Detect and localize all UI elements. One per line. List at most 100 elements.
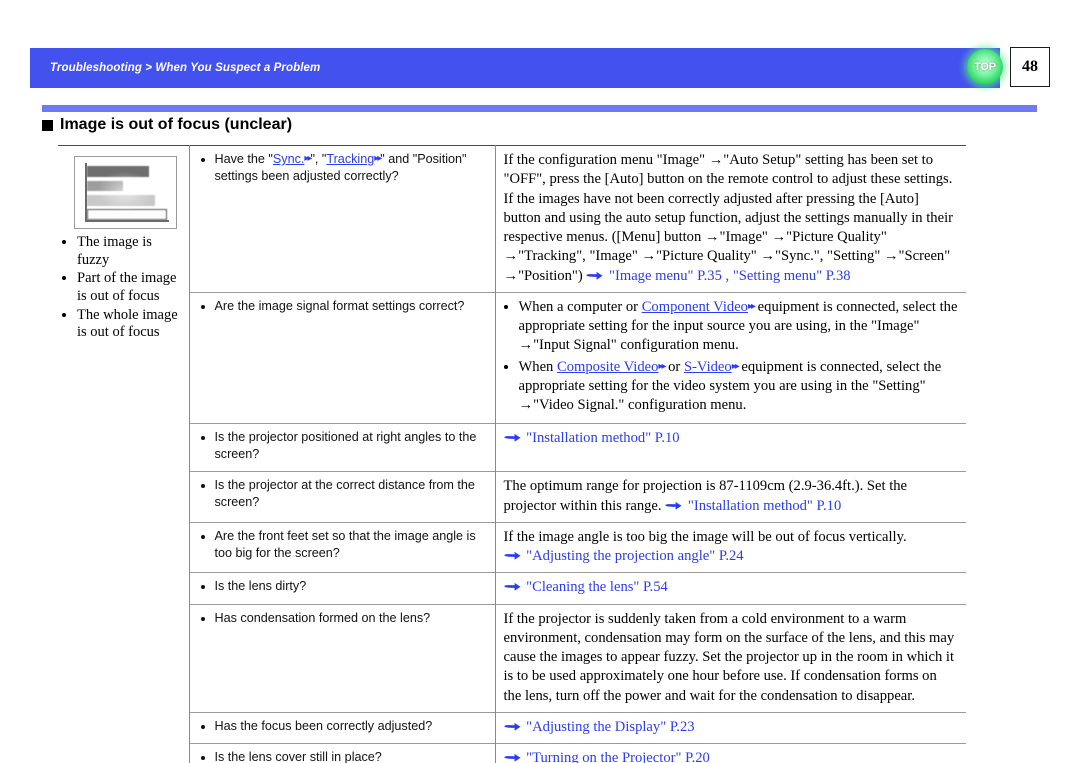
remedy-cell: The optimum range for projection is 87-1…	[495, 471, 966, 523]
check-list: Are the image signal format settings cor…	[198, 298, 487, 315]
table-row: Is the projector positioned at right ang…	[58, 423, 966, 472]
list-item: Is the projector at the correct distance…	[215, 477, 487, 511]
remedy-cell: If the configuration menu "Image" →"Auto…	[495, 145, 966, 293]
page-title: Image is out of focus (unclear)	[42, 116, 292, 134]
remedy-text: If the image angle is too big the image …	[503, 528, 907, 545]
page-title-text: Image is out of focus (unclear)	[60, 116, 293, 133]
table-row: Has the focus been correctly adjusted? "…	[58, 711, 966, 744]
check-list: Is the lens dirty?	[198, 578, 487, 595]
check-prefix: Have the "	[214, 152, 273, 166]
header-bar: Troubleshooting > When You Suspect a Pro…	[30, 48, 1000, 88]
remedy-link[interactable]: "Adjusting the projection angle" P.24	[526, 548, 743, 564]
remedy-text-block: If the image angle is too big the image …	[504, 528, 959, 567]
page-number: 48	[1022, 58, 1038, 75]
page-number-box: 48	[1010, 47, 1050, 87]
remedy-mid: or	[664, 358, 684, 375]
check-list: Is the projector at the correct distance…	[198, 477, 487, 511]
table-row: Is the projector at the correct distance…	[58, 471, 966, 523]
pointing-hand-icon	[665, 498, 682, 509]
document-page: Troubleshooting > When You Suspect a Pro…	[0, 0, 1080, 763]
table-row: Has condensation formed on the lens? If …	[58, 603, 966, 713]
remedy-text-block: If the projector is suddenly taken from …	[503, 610, 955, 704]
glossary-link-s-video[interactable]: S-Video	[684, 359, 732, 375]
list-item: Part of the image is out of focus	[77, 270, 181, 305]
table-row: Are the front feet set so that the image…	[58, 521, 966, 573]
remedy-text-block: If the configuration menu "Image" →"Auto…	[504, 151, 959, 286]
remedy-cell: "Adjusting the Display" P.23	[495, 711, 966, 744]
check-list: Is the lens cover still in place?	[198, 749, 487, 763]
remedy-link[interactable]: "Adjusting the Display" P.23	[526, 719, 694, 735]
remedy-link[interactable]: "Installation method" P.10	[688, 498, 841, 514]
glossary-link-component-video[interactable]: Component Video	[642, 299, 748, 315]
list-item: Has the focus been correctly adjusted?	[215, 718, 487, 735]
list-item: The image is fuzzy	[77, 234, 181, 269]
troubleshooting-table: The image is fuzzy Part of the image is …	[58, 144, 966, 763]
list-item: Has condensation formed on the lens?	[215, 610, 487, 627]
glossary-link-sync[interactable]: Sync.	[273, 152, 305, 166]
top-button-label: TOP	[974, 61, 996, 73]
check-cell: Is the lens dirty?	[189, 572, 496, 604]
remedy-link[interactable]: "Image menu" P.35 , "Setting menu" P.38	[609, 268, 851, 284]
blurred-image-thumbnail-icon	[74, 156, 177, 229]
list-item: The whole image is out of focus	[77, 307, 181, 342]
list-item: Are the image signal format settings cor…	[215, 298, 487, 315]
remedy-link[interactable]: "Cleaning the lens" P.54	[526, 579, 668, 595]
check-list: Has the focus been correctly adjusted?	[198, 718, 487, 735]
remedy-text: If the configuration menu "Image" →"Auto…	[503, 152, 954, 284]
remedy-text-block: "Installation method" P.10	[503, 429, 959, 448]
check-cell: Are the image signal format settings cor…	[189, 291, 496, 424]
remedy-link[interactable]: "Turning on the Projector" P.20	[526, 750, 710, 763]
table-row: Is the lens cover still in place? "Turni…	[58, 742, 966, 763]
table-row: Are the image signal format settings cor…	[58, 291, 966, 424]
remedy-text-block: "Turning on the Projector" P.20	[503, 749, 959, 763]
symptom-list: The image is fuzzy Part of the image is …	[60, 234, 181, 342]
remedy-cell: If the projector is suddenly taken from …	[495, 603, 966, 713]
list-item: Have the "Sync.▸▸", "Tracking▸▸" and "Po…	[215, 151, 487, 185]
check-list: Has condensation formed on the lens?	[198, 610, 487, 627]
breadcrumb: Troubleshooting > When You Suspect a Pro…	[50, 62, 321, 74]
check-cell: Has condensation formed on the lens?	[189, 603, 496, 713]
pointing-hand-icon	[586, 268, 603, 279]
list-item: Is the projector positioned at right ang…	[215, 429, 487, 463]
remedy-text-block: "Cleaning the lens" P.54	[503, 578, 959, 597]
list-item: Is the lens cover still in place?	[215, 749, 487, 763]
remedy-list: When a computer or Component Video▸▸ equ…	[504, 298, 959, 416]
pointing-hand-icon	[503, 750, 521, 762]
remedy-cell: If the image angle is too big the image …	[495, 521, 966, 573]
check-cell: Is the projector positioned at right ang…	[189, 423, 496, 472]
accent-bar	[42, 105, 1037, 112]
check-list: Are the front feet set so that the image…	[198, 528, 487, 562]
top-button[interactable]: TOP	[967, 49, 1003, 85]
check-list: Is the projector positioned at right ang…	[198, 429, 487, 463]
list-item: When a computer or Component Video▸▸ equ…	[519, 298, 959, 356]
check-list: Have the "Sync.▸▸", "Tracking▸▸" and "Po…	[198, 151, 487, 185]
check-cell: Is the projector at the correct distance…	[189, 471, 496, 523]
check-cell: Is the lens cover still in place?	[189, 742, 496, 763]
remedy-text-block: The optimum range for projection is 87-1…	[504, 477, 959, 516]
remedy-prefix: When a computer or	[518, 298, 642, 315]
remedy-prefix: When	[518, 358, 557, 375]
troubleshooting-table-wrap: The image is fuzzy Part of the image is …	[58, 144, 966, 763]
glossary-link-composite-video[interactable]: Composite Video	[557, 359, 658, 375]
list-item: Is the lens dirty?	[215, 578, 487, 595]
pointing-hand-icon	[503, 719, 521, 731]
pointing-hand-icon	[503, 579, 521, 591]
square-bullet-icon	[42, 119, 53, 131]
check-cell: Are the front feet set so that the image…	[189, 521, 496, 573]
remedy-text-block: "Adjusting the Display" P.23	[503, 718, 959, 737]
check-cell: Have the "Sync.▸▸", "Tracking▸▸" and "Po…	[189, 145, 496, 293]
check-cell: Has the focus been correctly adjusted?	[189, 711, 496, 744]
check-mid: ", "	[310, 152, 327, 166]
remedy-cell: When a computer or Component Video▸▸ equ…	[495, 291, 966, 424]
remedy-cell: "Turning on the Projector" P.20	[495, 742, 966, 763]
table-row: The image is fuzzy Part of the image is …	[58, 144, 966, 763]
symptom-cell: The image is fuzzy Part of the image is …	[58, 144, 190, 763]
pointing-hand-icon	[503, 548, 521, 560]
table-row: Is the lens dirty? "Cleaning the lens" P…	[58, 572, 966, 604]
list-item: When Composite Video▸▸ or S-Video▸▸ equi…	[519, 358, 959, 416]
remedy-cell: "Cleaning the lens" P.54	[495, 572, 966, 604]
remedy-cell: "Installation method" P.10	[495, 423, 966, 472]
list-item: Are the front feet set so that the image…	[215, 528, 487, 562]
remedy-link[interactable]: "Installation method" P.10	[526, 430, 679, 446]
glossary-link-tracking[interactable]: Tracking	[326, 152, 374, 166]
